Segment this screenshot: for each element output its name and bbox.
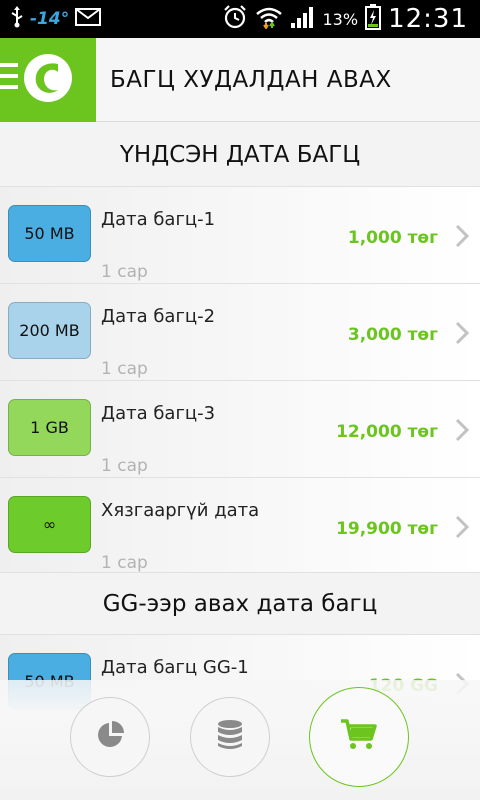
page-title: БАГЦ ХУДАЛДАН АВАХ — [110, 66, 392, 93]
app-logo-icon — [22, 52, 74, 108]
size-badge: ∞ — [8, 496, 91, 553]
temperature-text: -14° — [30, 9, 70, 29]
list-item[interactable]: ∞ Хязгааргүй дата 1 сар 19,900 төг — [0, 477, 480, 574]
list-item[interactable]: 50 MB Дата багц-1 1 сар 1,000 төг — [0, 186, 480, 283]
mail-icon — [75, 7, 102, 31]
item-period: 1 сар — [101, 262, 148, 282]
size-badge: 1 GB — [8, 399, 91, 456]
app-bar: БАГЦ ХУДАЛДАН АВАХ — [0, 37, 480, 122]
data-balance-button[interactable] — [190, 697, 270, 777]
usage-chart-button[interactable] — [70, 697, 150, 777]
signal-icon — [290, 5, 316, 33]
item-name: Дата багц GG-1 — [101, 657, 249, 678]
item-name: Хязгааргүй дата — [101, 500, 260, 521]
battery-icon — [365, 4, 382, 34]
buy-package-button[interactable] — [309, 687, 409, 787]
size-badge: 200 MB — [8, 302, 91, 359]
status-bar: -14° 13% 12:31 — [0, 0, 480, 38]
battery-percent: 13% — [322, 9, 359, 29]
section-header-gg-data: GG-ээр авах дата багц — [0, 572, 480, 634]
chevron-right-icon — [454, 514, 470, 544]
chevron-right-icon — [454, 223, 470, 253]
item-name: Дата багц-1 — [101, 209, 216, 230]
item-price: 19,900 төг — [336, 519, 438, 539]
wifi-icon — [255, 5, 283, 33]
item-period: 1 сар — [101, 359, 148, 379]
item-period: 1 сар — [101, 553, 148, 573]
item-name: Дата багц-3 — [101, 403, 216, 424]
list-item[interactable]: 200 MB Дата багц-2 1 сар 3,000 төг — [0, 283, 480, 380]
size-badge: 50 MB — [8, 205, 91, 262]
chevron-right-icon — [454, 320, 470, 350]
list-item[interactable]: 1 GB Дата багц-3 1 сар 12,000 төг — [0, 380, 480, 477]
clock-time: 12:31 — [388, 4, 468, 34]
hamburger-icon — [0, 62, 18, 96]
database-icon — [216, 719, 244, 755]
item-name: Дата багц-2 — [101, 306, 216, 327]
item-price: 3,000 төг — [347, 325, 438, 345]
item-price: 12,000 төг — [336, 422, 438, 442]
menu-button[interactable] — [0, 37, 96, 122]
item-price: 1,000 төг — [347, 228, 438, 248]
item-period: 1 сар — [101, 456, 148, 476]
shopping-cart-icon — [340, 718, 378, 756]
section-header-main-data: ҮНДСЭН ДАТА БАГЦ — [0, 123, 480, 187]
chevron-right-icon — [454, 417, 470, 447]
pie-chart-icon — [95, 720, 125, 754]
usb-icon — [10, 6, 24, 32]
alarm-icon — [222, 4, 248, 34]
